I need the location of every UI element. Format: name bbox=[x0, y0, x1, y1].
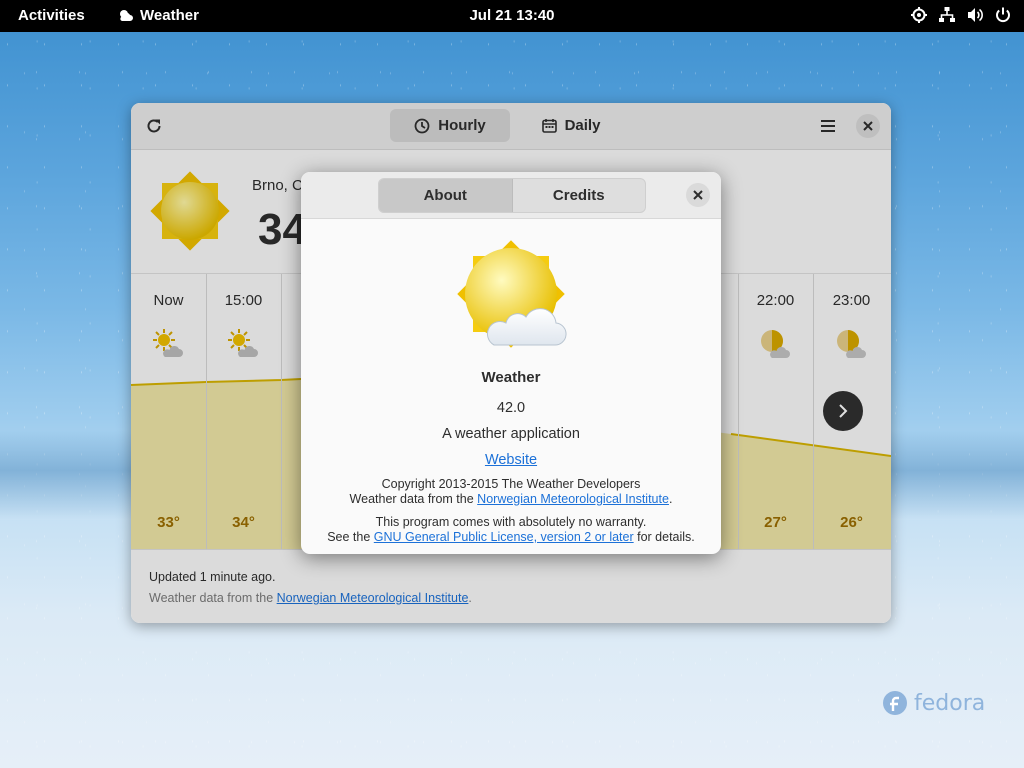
license-suffix: for details. bbox=[633, 530, 695, 544]
gpl-license-link[interactable]: GNU General Public License, version 2 or… bbox=[374, 530, 634, 544]
tab-credits[interactable]: Credits bbox=[513, 179, 646, 212]
about-version: 42.0 bbox=[496, 400, 526, 416]
about-website-row: Website bbox=[301, 452, 721, 468]
view-switcher: About Credits bbox=[378, 178, 646, 213]
met-institute-link[interactable]: Norwegian Meteorological Institute bbox=[477, 492, 669, 506]
copyright-line: Copyright 2013-2015 The Weather Develope… bbox=[381, 477, 641, 491]
volume-icon bbox=[968, 8, 983, 22]
license-line: See the GNU General Public License, vers… bbox=[301, 530, 721, 545]
about-app-name: Weather bbox=[481, 369, 541, 386]
system-tray[interactable] bbox=[910, 6, 1012, 24]
about-license-block: This program comes with absolutely no wa… bbox=[301, 515, 721, 545]
about-dialog: About Credits Weather 42.0 A weather app… bbox=[301, 172, 721, 554]
fedora-logo: fedora bbox=[882, 690, 985, 716]
fedora-logo-icon bbox=[883, 691, 907, 715]
about-copyright-block: Copyright 2013-2015 The Weather Develope… bbox=[301, 477, 721, 507]
power-icon bbox=[996, 7, 1010, 23]
dialog-close-button[interactable] bbox=[686, 183, 710, 207]
top-bar: Activities Weather Jul 21 13:40 bbox=[0, 0, 1024, 32]
website-link[interactable]: Website bbox=[485, 452, 537, 468]
data-source-line: Weather data from the Norwegian Meteorol… bbox=[301, 492, 721, 507]
dialog-headerbar: About Credits bbox=[301, 172, 721, 219]
weather-app-logo-icon bbox=[457, 240, 567, 348]
warranty-line: This program comes with absolutely no wa… bbox=[375, 515, 647, 529]
tab-about[interactable]: About bbox=[379, 179, 513, 212]
fedora-wordmark: fedora bbox=[914, 690, 986, 716]
data-source-suffix: . bbox=[668, 492, 673, 506]
location-icon bbox=[911, 7, 927, 23]
about-description: A weather application bbox=[442, 426, 580, 442]
license-prefix: See the bbox=[327, 530, 374, 544]
close-icon bbox=[693, 190, 703, 200]
network-icon bbox=[939, 7, 955, 22]
data-source-prefix: Weather data from the bbox=[349, 492, 478, 506]
clock[interactable]: Jul 21 13:40 bbox=[0, 7, 1024, 24]
